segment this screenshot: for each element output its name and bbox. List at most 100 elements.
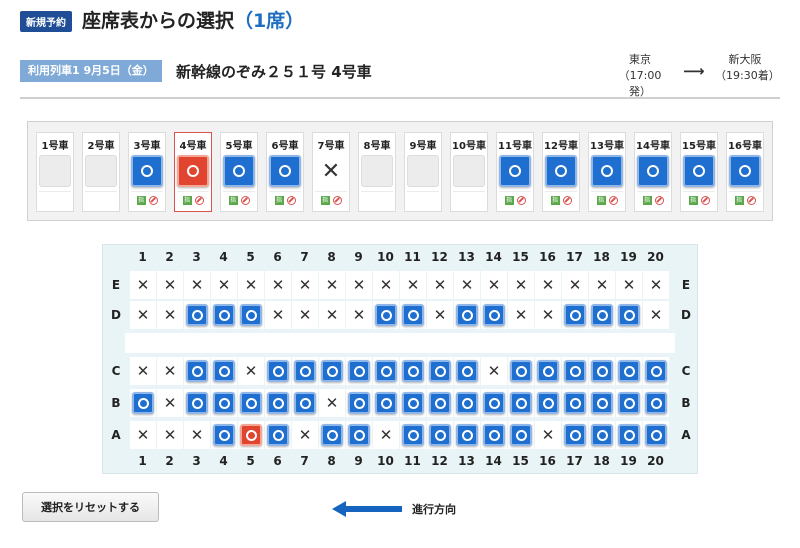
seat-B-11[interactable] [400,389,426,417]
available-seat-icon[interactable] [591,392,613,414]
seat-C-20[interactable] [643,357,669,385]
available-seat-icon[interactable] [645,424,667,446]
seat-B-9[interactable] [346,389,372,417]
available-seat-icon[interactable] [213,392,235,414]
seat-A-13[interactable] [454,421,480,449]
available-seat-icon[interactable] [213,424,235,446]
available-seat-icon[interactable] [645,360,667,382]
available-seat-icon[interactable] [429,360,451,382]
available-seat-icon[interactable] [564,360,586,382]
available-seat-icon[interactable] [564,304,586,326]
seat-B-4[interactable] [211,389,237,417]
seat-D-11[interactable] [400,301,426,329]
available-seat-icon[interactable] [294,392,316,414]
available-seat-icon[interactable] [402,360,424,382]
seat-B-20[interactable] [643,389,669,417]
seat-B-17[interactable] [562,389,588,417]
seat-C-4[interactable] [211,357,237,385]
car-16[interactable]: 16号車指 [726,132,764,212]
seat-A-15[interactable] [508,421,534,449]
seat-B-13[interactable] [454,389,480,417]
available-seat-icon[interactable] [375,392,397,414]
available-seat-icon[interactable] [213,304,235,326]
seat-A-9[interactable] [346,421,372,449]
seat-A-11[interactable] [400,421,426,449]
available-seat-icon[interactable] [618,304,640,326]
available-seat-icon[interactable] [618,360,640,382]
car-14[interactable]: 14号車指 [634,132,672,212]
seat-C-13[interactable] [454,357,480,385]
available-seat-icon[interactable] [483,304,505,326]
available-seat-icon[interactable] [537,392,559,414]
selected-seat-icon[interactable] [240,424,262,446]
seat-C-16[interactable] [535,357,561,385]
available-seat-icon[interactable] [537,360,559,382]
available-seat-icon[interactable] [510,392,532,414]
seat-C-8[interactable] [319,357,345,385]
available-seat-icon[interactable] [618,424,640,446]
seat-C-10[interactable] [373,357,399,385]
available-seat-icon[interactable] [240,392,262,414]
available-seat-icon[interactable] [267,360,289,382]
seat-B-14[interactable] [481,389,507,417]
seat-A-12[interactable] [427,421,453,449]
available-seat-icon[interactable] [591,360,613,382]
available-seat-icon[interactable] [348,360,370,382]
seat-A-20[interactable] [643,421,669,449]
seat-C-11[interactable] [400,357,426,385]
car-4[interactable]: 4号車指 [174,132,212,212]
available-seat-icon[interactable] [132,392,154,414]
available-seat-icon[interactable] [564,392,586,414]
available-seat-icon[interactable] [456,392,478,414]
available-seat-icon[interactable] [321,424,343,446]
seat-A-8[interactable] [319,421,345,449]
seat-C-18[interactable] [589,357,615,385]
available-seat-icon[interactable] [402,424,424,446]
available-seat-icon[interactable] [186,392,208,414]
seat-B-5[interactable] [238,389,264,417]
seat-B-18[interactable] [589,389,615,417]
seat-A-19[interactable] [616,421,642,449]
available-seat-icon[interactable] [456,360,478,382]
available-seat-icon[interactable] [186,304,208,326]
seat-D-4[interactable] [211,301,237,329]
available-seat-icon[interactable] [564,424,586,446]
seat-B-16[interactable] [535,389,561,417]
seat-B-7[interactable] [292,389,318,417]
seat-C-17[interactable] [562,357,588,385]
available-seat-icon[interactable] [591,304,613,326]
available-seat-icon[interactable] [510,424,532,446]
available-seat-icon[interactable] [510,360,532,382]
available-seat-icon[interactable] [591,424,613,446]
car-5[interactable]: 5号車指 [220,132,258,212]
seat-A-5[interactable] [238,421,264,449]
available-seat-icon[interactable] [240,304,262,326]
available-seat-icon[interactable] [267,424,289,446]
seat-B-10[interactable] [373,389,399,417]
seat-A-18[interactable] [589,421,615,449]
available-seat-icon[interactable] [429,392,451,414]
seat-D-5[interactable] [238,301,264,329]
seat-D-3[interactable] [184,301,210,329]
available-seat-icon[interactable] [267,392,289,414]
available-seat-icon[interactable] [645,392,667,414]
seat-B-19[interactable] [616,389,642,417]
available-seat-icon[interactable] [348,392,370,414]
available-seat-icon[interactable] [618,392,640,414]
car-15[interactable]: 15号車指 [680,132,718,212]
seat-B-12[interactable] [427,389,453,417]
available-seat-icon[interactable] [456,424,478,446]
seat-A-4[interactable] [211,421,237,449]
seat-D-14[interactable] [481,301,507,329]
available-seat-icon[interactable] [375,360,397,382]
available-seat-icon[interactable] [294,360,316,382]
car-3[interactable]: 3号車指 [128,132,166,212]
seat-C-7[interactable] [292,357,318,385]
reset-selection-button[interactable]: 選択をリセットする [22,492,159,522]
seat-C-15[interactable] [508,357,534,385]
available-seat-icon[interactable] [402,392,424,414]
car-12[interactable]: 12号車指 [542,132,580,212]
seat-D-13[interactable] [454,301,480,329]
available-seat-icon[interactable] [213,360,235,382]
seat-A-17[interactable] [562,421,588,449]
